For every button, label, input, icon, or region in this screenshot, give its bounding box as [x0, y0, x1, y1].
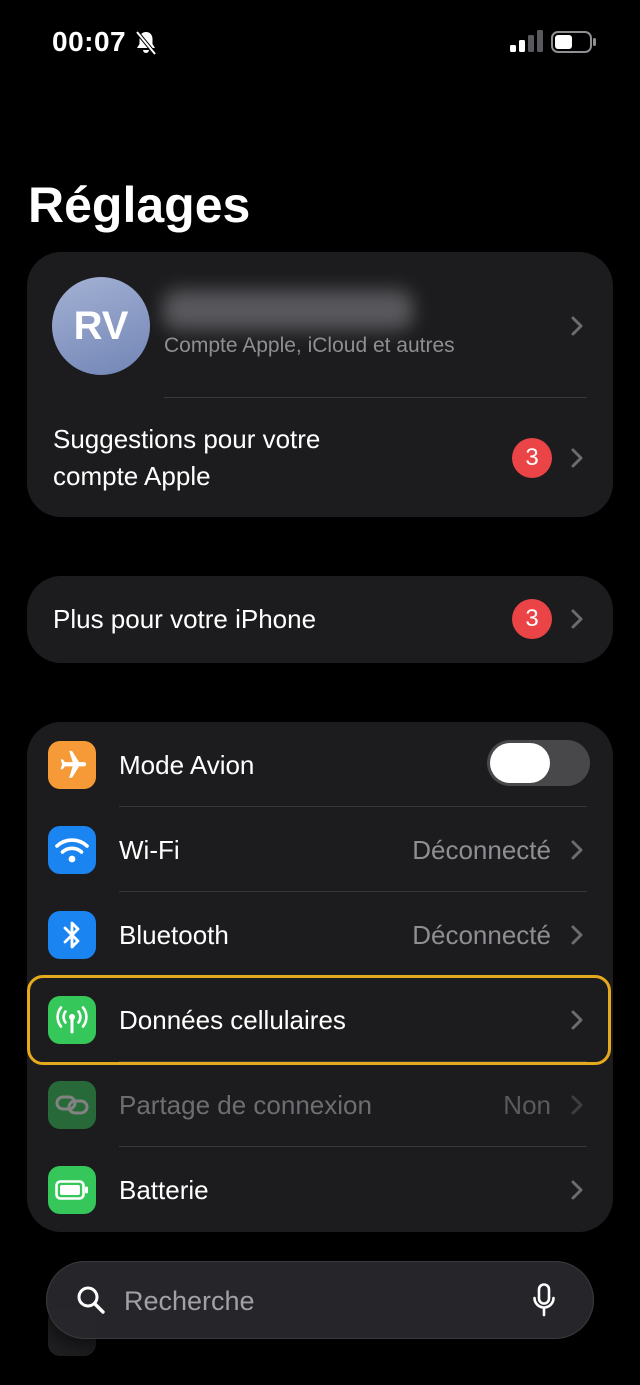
status-bar: 00:07 [0, 0, 640, 86]
settings-row-label: Partage de connexion [119, 1090, 372, 1120]
wifi-icon [48, 826, 96, 874]
search-icon [77, 1286, 105, 1314]
airplane-mode-toggle[interactable] [487, 740, 590, 786]
account-subtitle: Compte Apple, iCloud et autres [164, 334, 455, 357]
chevron-right-icon [571, 1095, 583, 1115]
chevron-right-icon [571, 609, 583, 629]
status-time: 00:07 [52, 26, 127, 57]
page-title: Réglages [28, 177, 251, 233]
settings-row-airplane-mode[interactable]: Mode Avion [27, 722, 613, 807]
account-row[interactable]: RV Compte Apple, iCloud et autres [27, 252, 613, 397]
bluetooth-icon [48, 911, 96, 959]
settings-row-label: Batterie [119, 1175, 209, 1205]
chevron-right-icon [571, 840, 583, 860]
settings-row-label: Bluetooth [119, 920, 229, 950]
battery-status-icon [551, 31, 596, 53]
selection-highlight [27, 975, 611, 1065]
wifi-status: Déconnecté [412, 835, 551, 865]
bluetooth-status: Déconnecté [412, 920, 551, 950]
avatar: RV [52, 277, 150, 375]
settings-row-label: Mode Avion [119, 750, 255, 780]
link-icon [48, 1081, 96, 1129]
settings-row-bluetooth[interactable]: Bluetooth Déconnecté [27, 892, 613, 977]
toggle-knob [490, 743, 550, 783]
suggestions-label: Suggestions pour votre compte Apple [53, 424, 321, 491]
search-input[interactable] [122, 1281, 506, 1321]
battery-icon [48, 1166, 96, 1214]
chevron-right-icon [571, 925, 583, 945]
settings-row-personal-hotspot[interactable]: Partage de connexion Non [27, 1062, 613, 1147]
settings-row-label: Wi-Fi [119, 835, 180, 865]
hotspot-status: Non [503, 1090, 551, 1120]
chevron-right-icon [571, 448, 583, 468]
settings-row-wifi[interactable]: Wi-Fi Déconnecté [27, 807, 613, 892]
cellular-signal-icon [510, 30, 543, 52]
more-for-iphone-row[interactable]: Plus pour votre iPhone 3 [27, 576, 613, 663]
chevron-right-icon [571, 316, 583, 336]
notification-badge: 3 [512, 599, 552, 639]
microphone-icon[interactable] [532, 1283, 556, 1317]
account-name-redacted [163, 290, 413, 330]
notification-badge: 3 [512, 438, 552, 478]
bell-slash-icon [135, 30, 157, 56]
more-label: Plus pour votre iPhone [53, 604, 317, 634]
chevron-right-icon [571, 1180, 583, 1200]
airplane-icon [48, 741, 96, 789]
account-card: RV Compte Apple, iCloud et autres Sugges… [27, 252, 613, 517]
settings-row-battery[interactable]: Batterie [27, 1147, 613, 1232]
account-suggestions-row[interactable]: Suggestions pour votre compte Apple 3 [27, 398, 613, 517]
search-bar[interactable] [46, 1261, 594, 1339]
